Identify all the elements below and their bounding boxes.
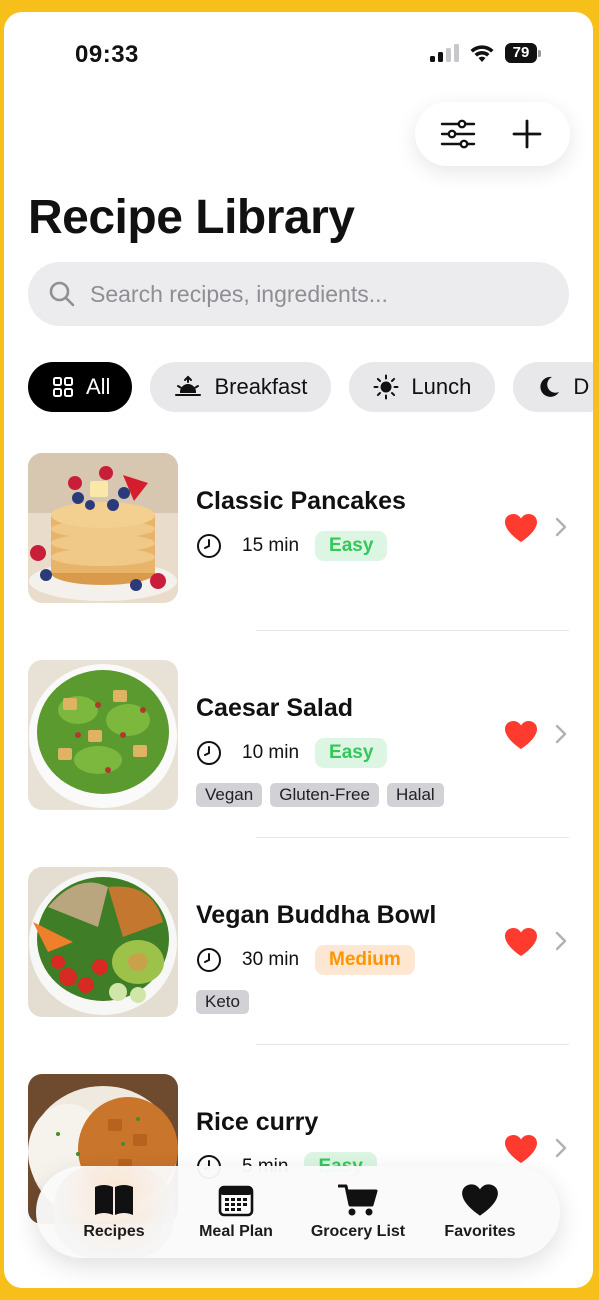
- top-actions: [415, 102, 570, 166]
- favorite-heart-icon[interactable]: [504, 513, 538, 543]
- battery-level: 79: [505, 43, 537, 63]
- add-recipe-button[interactable]: [505, 112, 549, 156]
- recipe-photo: [28, 453, 178, 603]
- recipe-row-classic-pancakes[interactable]: Classic Pancakes 15 min Easy: [28, 453, 573, 603]
- recipe-title: Caesar Salad: [196, 694, 354, 722]
- recipe-info: Vegan Buddha Bowl 30 min Medium Keto: [196, 901, 486, 1014]
- clock-icon: [197, 741, 221, 765]
- recipe-row-vegan-buddha-bowl[interactable]: Vegan Buddha Bowl 30 min Medium Keto: [28, 867, 573, 1017]
- status-time: 09:33: [75, 41, 139, 68]
- difficulty-badge: Medium: [315, 945, 415, 975]
- heart-icon: [462, 1184, 498, 1216]
- recipe-info: Caesar Salad 10 min Easy Vegan Gluten-Fr…: [196, 694, 486, 807]
- tab-label: Grocery List: [310, 1223, 406, 1240]
- status-indicators: 79: [430, 43, 541, 63]
- diet-tag: Gluten-Free: [270, 783, 379, 807]
- favorite-heart-icon[interactable]: [504, 720, 538, 750]
- tab-recipes[interactable]: Recipes: [54, 1166, 174, 1258]
- recipe-title: Vegan Buddha Bowl: [196, 901, 437, 929]
- chip-lunch[interactable]: Lunch: [349, 362, 496, 412]
- cellular-signal-icon: [430, 44, 459, 62]
- tab-grocery-list[interactable]: Grocery List: [298, 1166, 418, 1258]
- recipe-time: 15 min: [242, 535, 300, 556]
- recipe-time: 30 min: [242, 949, 300, 970]
- diet-tags: Vegan Gluten-Free Halal: [196, 783, 486, 807]
- search-icon: [49, 281, 75, 307]
- recipe-title: Rice curry: [196, 1108, 319, 1136]
- calendar-icon: [218, 1185, 254, 1217]
- difficulty-badge: Easy: [315, 531, 388, 561]
- chip-label: D: [573, 374, 590, 399]
- app-screen: 09:33 79 Recipe Library Search recipes, …: [4, 12, 593, 1288]
- chip-label: Breakfast: [214, 374, 308, 399]
- chevron-right-icon: [555, 1138, 567, 1158]
- clock-icon: [197, 534, 221, 558]
- recipe-time: 10 min: [242, 742, 300, 763]
- chip-label: Lunch: [411, 374, 472, 399]
- diet-tag: Halal: [386, 783, 444, 807]
- tab-meal-plan[interactable]: Meal Plan: [176, 1166, 296, 1258]
- sun-icon: [373, 374, 399, 400]
- search-input[interactable]: [90, 280, 530, 308]
- book-icon: [95, 1185, 133, 1215]
- grid-icon: [53, 377, 73, 397]
- recipe-info: Classic Pancakes 15 min Easy: [196, 487, 486, 562]
- favorite-heart-icon[interactable]: [504, 927, 538, 957]
- clock-icon: [197, 948, 221, 972]
- tab-favorites[interactable]: Favorites: [420, 1166, 540, 1258]
- search-bar[interactable]: [28, 262, 569, 326]
- chip-dinner[interactable]: D: [513, 362, 593, 412]
- page-title: Recipe Library: [28, 191, 355, 244]
- recipe-photo: [28, 867, 178, 1017]
- recipe-meta: 15 min Easy: [196, 530, 486, 562]
- chevron-right-icon: [555, 517, 567, 537]
- recipe-row-caesar-salad[interactable]: Caesar Salad 10 min Easy Vegan Gluten-Fr…: [28, 660, 573, 810]
- favorite-heart-icon[interactable]: [504, 1134, 538, 1164]
- divider: [256, 1044, 569, 1045]
- difficulty-badge: Easy: [315, 738, 388, 768]
- recipe-meta: 30 min Medium: [196, 944, 486, 976]
- tab-label: Meal Plan: [199, 1223, 273, 1240]
- tab-label: Recipes: [83, 1223, 145, 1240]
- divider: [256, 630, 569, 631]
- wifi-icon: [470, 45, 494, 62]
- moon-icon: [540, 376, 560, 397]
- chip-label: All: [86, 374, 111, 399]
- chip-breakfast[interactable]: Breakfast: [150, 362, 332, 412]
- diet-tag: Keto: [196, 990, 249, 1014]
- tab-bar: Recipes Meal Plan Grocery List Favorites: [36, 1166, 560, 1258]
- sunrise-icon: [175, 375, 202, 396]
- plus-icon: [512, 119, 542, 149]
- category-filter: All Breakfast Lunch D: [28, 362, 593, 412]
- filter-button[interactable]: [436, 112, 480, 156]
- tab-label: Favorites: [444, 1223, 516, 1240]
- divider: [256, 837, 569, 838]
- recipe-photo: [28, 660, 178, 810]
- chevron-right-icon: [555, 931, 567, 951]
- recipe-meta: 10 min Easy: [196, 737, 486, 769]
- battery-icon: 79: [505, 43, 541, 63]
- cart-icon: [338, 1184, 378, 1216]
- chip-all[interactable]: All: [28, 362, 133, 412]
- chevron-right-icon: [555, 724, 567, 744]
- diet-tags: Keto: [196, 990, 486, 1014]
- recipe-title: Classic Pancakes: [196, 487, 406, 515]
- diet-tag: Vegan: [196, 783, 263, 807]
- sliders-icon: [440, 119, 475, 149]
